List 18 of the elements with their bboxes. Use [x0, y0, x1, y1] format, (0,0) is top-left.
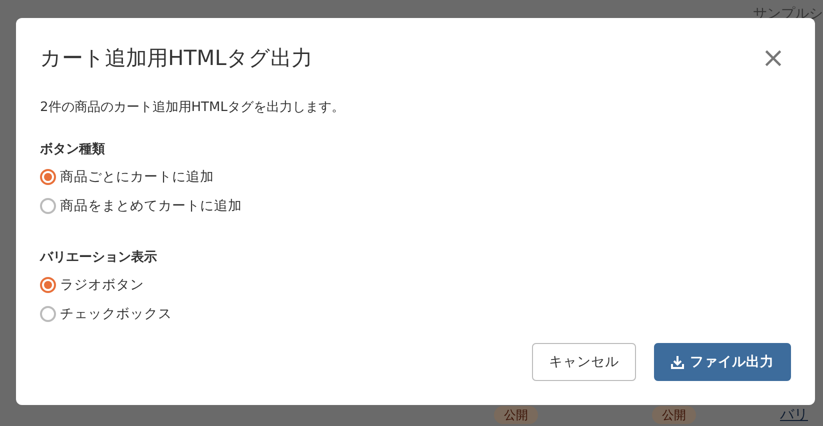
status-badge: 公開	[494, 406, 538, 424]
group-heading: バリエーション表示	[40, 249, 158, 266]
radio-button[interactable]	[40, 198, 56, 214]
option-label[interactable]: ラジオボタン	[60, 276, 144, 294]
option-label[interactable]: チェックボックス	[60, 304, 172, 322]
radio-button[interactable]	[40, 306, 56, 322]
option-label[interactable]: 商品をまとめてカートに追加	[60, 196, 242, 214]
group-heading: ボタン種類	[40, 141, 106, 158]
option-label[interactable]: 商品ごとにカートに追加	[60, 168, 214, 186]
status-badge: 公開	[652, 406, 696, 424]
download-icon	[671, 355, 684, 369]
cancel-button[interactable]: キャンセル	[532, 343, 636, 381]
export-button[interactable]: ファイル出力	[654, 343, 791, 381]
close-button[interactable]: ×	[756, 44, 791, 72]
description-text: 2件の商品のカート追加用HTMLタグを出力します。	[40, 99, 346, 116]
radio-button[interactable]	[40, 276, 56, 292]
radio-button[interactable]	[40, 168, 56, 184]
dialog-title: カート追加用HTMLタグ出力	[40, 45, 312, 72]
